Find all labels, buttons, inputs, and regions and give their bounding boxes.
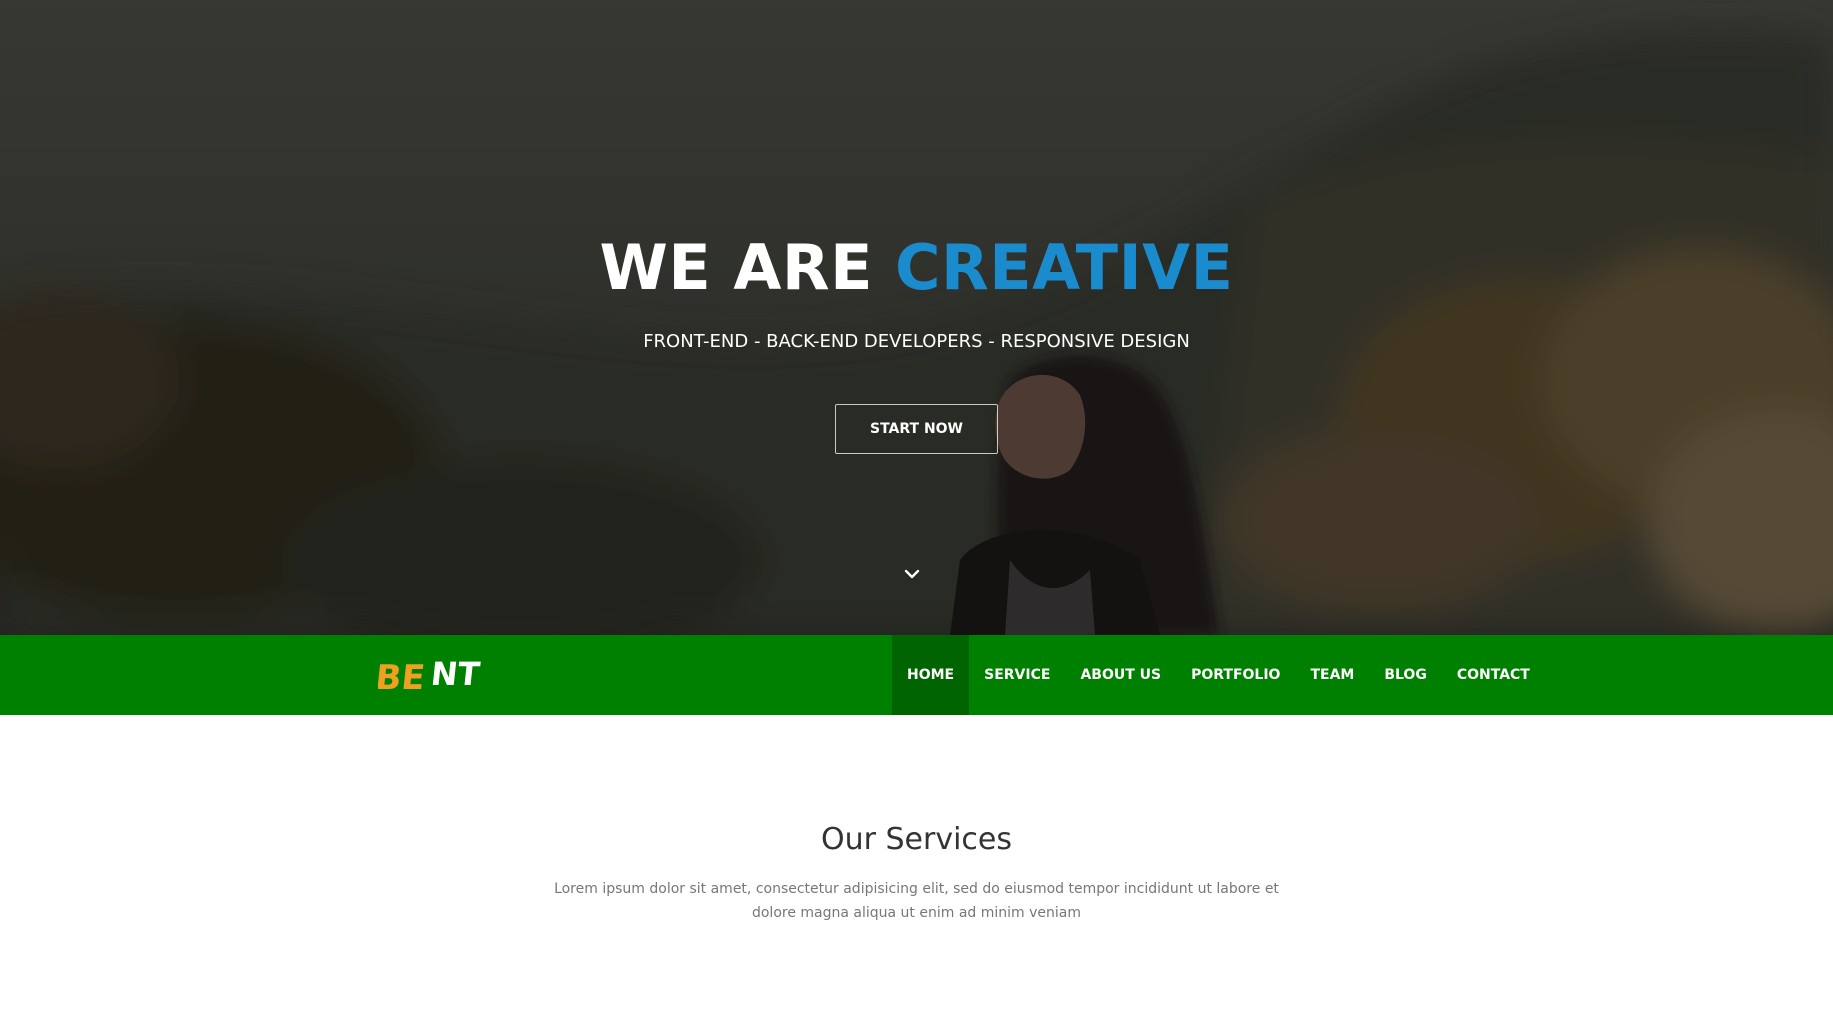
nav-item-blog[interactable]: BLOG <box>1369 635 1442 715</box>
nav-item-service[interactable]: SERVICE <box>969 635 1065 715</box>
hero-title-main: WE ARE <box>599 231 896 304</box>
svg-text:NT: NT <box>429 655 482 693</box>
hero-section: WE ARE CREATIVE FRONT-END - BACK-END DEV… <box>0 0 1833 635</box>
hero-subtitle: FRONT-END - BACK-END DEVELOPERS - RESPON… <box>643 331 1190 352</box>
chevron-down-icon[interactable] <box>902 564 922 584</box>
services-title: Our Services <box>820 822 1012 857</box>
nav-item-portfolio[interactable]: PORTFOLIO <box>1176 635 1295 715</box>
hero-title-accent: CREATIVE <box>895 231 1234 304</box>
nav-item-about-us[interactable]: ABOUT US <box>1065 635 1176 715</box>
main-navbar: BE NT HOME SERVICE ABOUT US PORTFOLIO TE… <box>0 635 1833 715</box>
services-description: Lorem ipsum dolor sit amet, consectetur … <box>554 881 1279 921</box>
hero-title: WE ARE CREATIVE <box>0 228 1833 308</box>
hero-content: WE ARE CREATIVE FRONT-END - BACK-END DEV… <box>0 0 1833 635</box>
svg-text:BE: BE <box>378 658 427 695</box>
nav-item-home[interactable]: HOME <box>892 635 970 715</box>
start-now-button[interactable]: START NOW <box>835 404 998 454</box>
page: WE ARE CREATIVE FRONT-END - BACK-END DEV… <box>0 0 1833 1023</box>
services-section: Our Services Lorem ipsum dolor sit amet,… <box>0 715 1833 1023</box>
nav-item-team[interactable]: TEAM <box>1295 635 1369 715</box>
logo[interactable]: BE NT <box>378 655 504 695</box>
nav-menu: HOME SERVICE ABOUT US PORTFOLIO TEAM BLO… <box>892 635 1545 715</box>
nav-item-contact[interactable]: CONTACT <box>1442 635 1545 715</box>
